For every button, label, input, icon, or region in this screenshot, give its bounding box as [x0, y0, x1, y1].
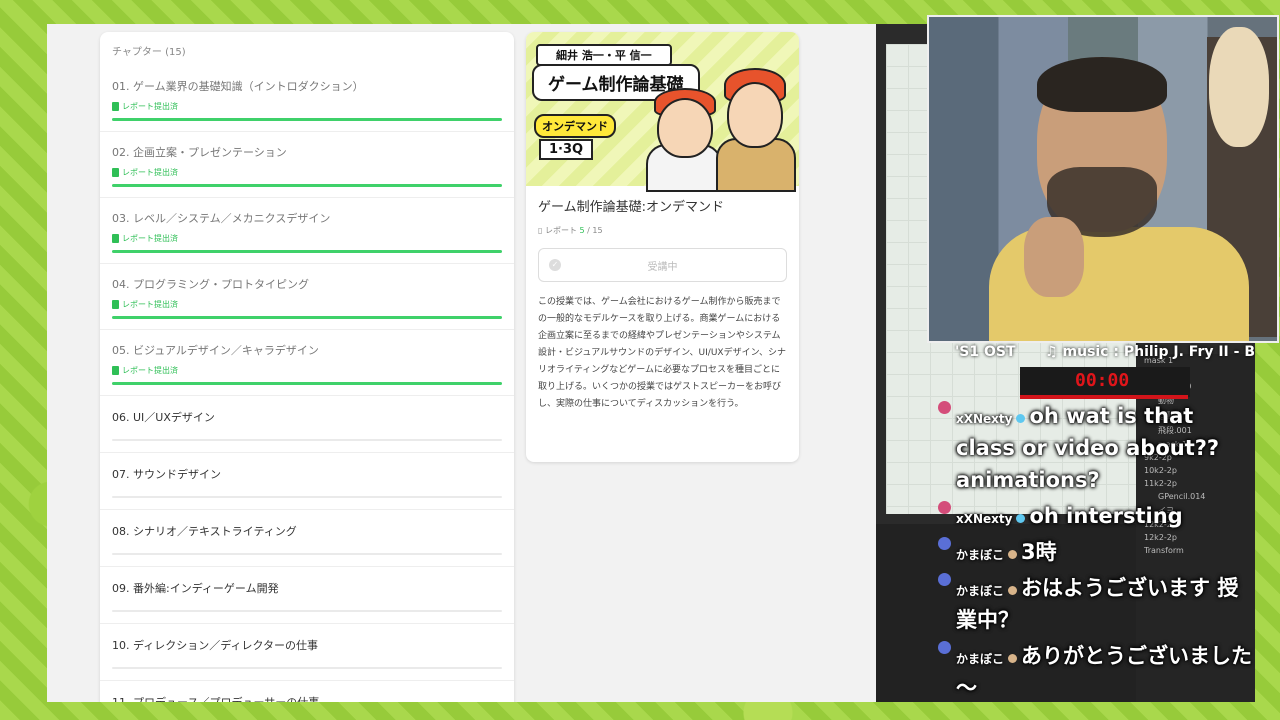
chat-overlay: xXNexty oh wat is that class or video abo…	[935, 400, 1255, 708]
chapter-item[interactable]: 06. UI／UXデザイン	[100, 396, 514, 453]
progress-bar	[112, 553, 502, 555]
chat-message: xXNexty oh wat is that class or video abo…	[935, 400, 1255, 496]
badge-icon	[1016, 514, 1026, 523]
chapter-item[interactable]: 08. シナリオ／テキストライティング	[100, 510, 514, 567]
badge-icon	[1016, 414, 1026, 423]
chat-username: xXNexty	[956, 412, 1013, 426]
report-status: レポート提出済	[112, 365, 502, 376]
progress-bar	[112, 316, 502, 319]
badge-icon	[1008, 586, 1018, 595]
course-title: ゲーム制作論基礎:オンデマンド	[538, 200, 724, 215]
chapter-item[interactable]: 07. サウンドデザイン	[100, 453, 514, 510]
chat-username: かまぼこ	[956, 584, 1005, 598]
document-icon	[112, 102, 119, 111]
document-icon	[112, 168, 119, 177]
chapter-title: 04. プログラミング・プロトタイピング	[112, 278, 309, 291]
chat-message: かまぼこ 3時	[935, 536, 1255, 568]
chapter-item[interactable]: 09. 番外編:インディーゲーム開発	[100, 567, 514, 624]
course-card: 細井 浩一・平 信一 ゲーム制作論基礎 オンデマンド 1·3Q ゲーム制作論基礎…	[526, 32, 799, 462]
status-label: 受講中	[647, 261, 678, 273]
chapter-title: 09. 番外編:インディーゲーム開発	[112, 582, 279, 595]
banner-ondemand-tag: オンデマンド	[534, 114, 616, 138]
document-icon	[112, 300, 119, 309]
timer-bar	[1020, 395, 1188, 399]
chapter-list-header: チャプター (15)	[112, 47, 186, 58]
avatar	[938, 501, 951, 514]
browser-viewport: チャプター (15) 01. ゲーム業界の基礎知識（イントロダクション） レポー…	[47, 24, 877, 702]
avatar	[938, 401, 951, 414]
now-playing-left: 'S1 OST	[955, 344, 1016, 360]
chapter-title: 01. ゲーム業界の基礎知識（イントロダクション）	[112, 80, 364, 93]
illustration-face-left	[657, 98, 713, 158]
chat-message: かまぼこ おはようございます 授業中？	[935, 572, 1255, 636]
chapter-item[interactable]: 02. 企画立案・プレゼンテーション レポート提出済	[100, 132, 514, 198]
chapter-title: 11. プロデュース／プロデューサーの仕事	[112, 694, 502, 702]
progress-bar	[112, 667, 502, 669]
webcam-person-hand	[1024, 217, 1084, 297]
report-status: レポート提出済	[112, 299, 502, 310]
progress-bar	[112, 184, 502, 187]
chapter-title: 03. レベル／システム／メカニクスデザイン	[112, 212, 331, 225]
progress-bar	[112, 496, 502, 498]
now-playing-ticker: 'S1 OST ♫ music : Philip J. Fry II - B	[955, 344, 1255, 360]
chat-username: xXNexty	[956, 512, 1013, 526]
webcam-person-hair	[1037, 57, 1167, 112]
chapter-title: 05. ビジュアルデザイン／キャラデザイン	[112, 344, 319, 357]
chapter-item[interactable]: 03. レベル／システム／メカニクスデザイン レポート提出済	[100, 198, 514, 264]
chapter-item[interactable]: 04. プログラミング・プロトタイピング レポート提出済	[100, 264, 514, 330]
chapter-list-panel: チャプター (15) 01. ゲーム業界の基礎知識（イントロダクション） レポー…	[100, 32, 514, 702]
document-icon	[112, 366, 119, 375]
report-status: レポート提出済	[112, 101, 502, 112]
progress-bar	[112, 250, 502, 253]
now-playing-right: ♫ music : Philip J. Fry II - B	[1045, 344, 1255, 360]
chat-message: xXNexty oh intersting	[935, 500, 1255, 532]
enrollment-status-button[interactable]: ✓ 受講中	[538, 248, 787, 282]
report-status: レポート提出済	[112, 233, 502, 244]
chat-text: oh intersting	[1029, 504, 1183, 528]
course-banner-image: 細井 浩一・平 信一 ゲーム制作論基礎 オンデマンド 1·3Q	[526, 32, 799, 192]
avatar	[938, 573, 951, 586]
report-count: ▯ レポート 5 / 15	[538, 226, 603, 235]
chat-username: かまぼこ	[956, 652, 1005, 666]
progress-bar	[112, 382, 502, 385]
progress-bar	[112, 439, 502, 441]
progress-bar	[112, 610, 502, 612]
chapter-title: 07. サウンドデザイン	[112, 468, 221, 481]
chapter-title: 08. シナリオ／テキストライティング	[112, 525, 297, 538]
course-description: この授業では、ゲーム会社におけるゲーム制作から販売までの一般的なモデルケースを取…	[538, 297, 787, 409]
document-icon	[112, 234, 119, 243]
chat-username: かまぼこ	[956, 548, 1005, 562]
webcam-plush-toy	[1209, 27, 1269, 147]
chat-message: かまぼこ ありがとうございました～	[935, 640, 1255, 704]
chapter-item[interactable]: 11. プロデュース／プロデューサーの仕事	[100, 681, 514, 702]
chapter-title: 06. UI／UXデザイン	[112, 411, 215, 424]
report-status: レポート提出済	[112, 167, 502, 178]
chat-text: 3時	[1021, 540, 1057, 564]
illustration-face-right	[727, 82, 783, 148]
chapter-title: 10. ディレクション／ディレクターの仕事	[112, 639, 319, 652]
badge-icon	[1008, 550, 1018, 559]
avatar	[938, 641, 951, 654]
check-icon: ✓	[549, 259, 561, 271]
chapter-item[interactable]: 01. ゲーム業界の基礎知識（イントロダクション） レポート提出済	[100, 66, 514, 132]
chapter-title: 02. 企画立案・プレゼンテーション	[112, 146, 287, 159]
badge-icon	[1008, 654, 1018, 663]
banner-term-tag: 1·3Q	[539, 139, 594, 160]
stream-timer: 00:00	[1075, 370, 1130, 391]
webcam-feed	[927, 15, 1279, 343]
chapter-item[interactable]: 05. ビジュアルデザイン／キャラデザイン レポート提出済	[100, 330, 514, 396]
progress-bar	[112, 118, 502, 121]
chapter-item[interactable]: 10. ディレクション／ディレクターの仕事	[100, 624, 514, 681]
banner-instructors: 細井 浩一・平 信一	[536, 44, 672, 66]
avatar	[938, 537, 951, 550]
